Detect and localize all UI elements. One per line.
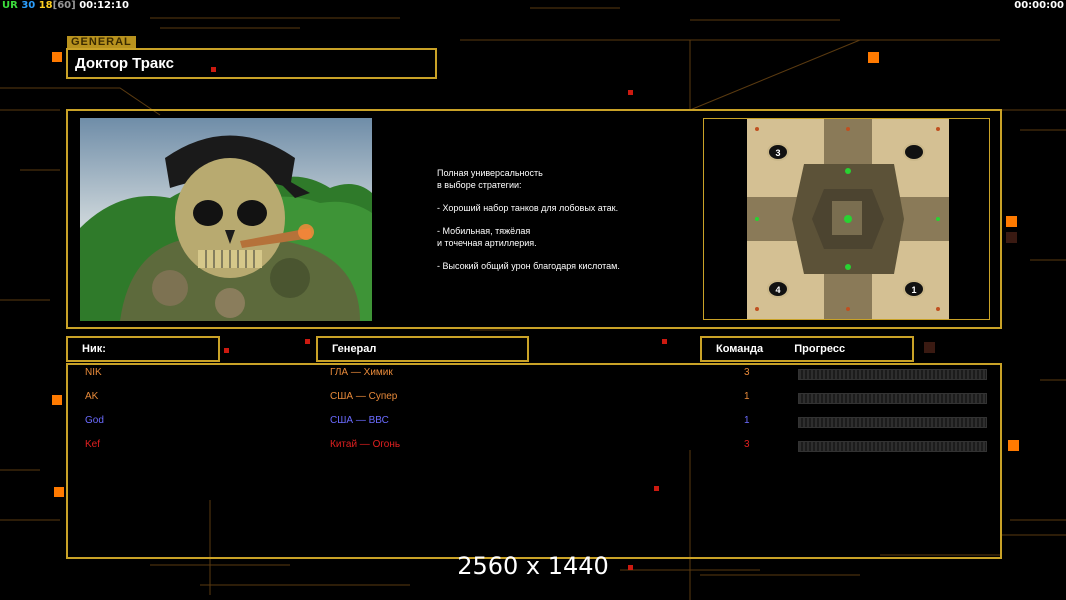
player-row: Kef Китай — Огонь 3	[0, 439, 1066, 459]
header-team: Команда	[716, 343, 764, 355]
description-line: - Мобильная, тяжёлая	[437, 225, 531, 236]
player-progress-bar	[798, 441, 987, 452]
general-name: Доктор Тракс	[66, 48, 437, 79]
player-row: NIK ГЛА — Химик 3	[0, 367, 1066, 387]
description-line: - Высокий общий урон благодаря кислотам.	[437, 260, 620, 271]
description-line	[437, 191, 677, 203]
player-team: 3	[744, 439, 750, 450]
map-start-slot	[903, 143, 925, 161]
player-row: AK США — Супер 1	[0, 391, 1066, 411]
map-start-number: 4	[775, 285, 780, 295]
player-general: США — ВВС	[330, 415, 389, 426]
player-nick: Kef	[85, 439, 101, 450]
player-team: 3	[744, 367, 750, 378]
header-progress: Прогресс	[794, 343, 846, 355]
hud-fps-value2: 18	[38, 0, 53, 11]
player-row: God США — ВВС 1	[0, 415, 1066, 435]
description-line: Полная универсальность	[437, 168, 543, 178]
general-portrait	[80, 118, 372, 321]
map-start-slot: 4	[767, 280, 789, 298]
resolution-label: 2560 x 1440	[457, 552, 609, 580]
player-general: США — Супер	[330, 391, 398, 402]
map-start-slot: 1	[903, 280, 925, 298]
hud-fps-limit: [60]	[52, 0, 76, 11]
player-nick: God	[85, 415, 104, 426]
player-general: ГЛА — Химик	[330, 367, 393, 378]
player-nick: NIK	[85, 367, 102, 378]
player-progress-bar	[798, 369, 987, 380]
description-line: в выборе стратегии:	[437, 179, 522, 190]
description-line: - Хороший набор танков для лобовых атак.	[437, 202, 619, 213]
map-preview: 3 4 1	[703, 118, 990, 320]
performance-hud: UR 30 18[60] 00:12:10	[2, 0, 129, 11]
player-team: 1	[744, 391, 750, 402]
description-line	[437, 214, 677, 226]
player-nick: AK	[85, 391, 99, 402]
player-progress-bar	[798, 417, 987, 428]
map-start-number: 3	[775, 148, 780, 158]
header-nick: Ник:	[66, 336, 220, 362]
map-start-slot: 3	[767, 143, 789, 161]
player-team: 1	[744, 415, 750, 426]
description-line: и точечная артиллерия.	[437, 237, 537, 248]
description-line	[437, 249, 677, 261]
map-start-number: 1	[911, 285, 916, 295]
hud-elapsed-time: 00:12:10	[79, 0, 129, 11]
hud-fps-value: 30	[21, 0, 36, 11]
general-description: Полная универсальность в выборе стратеги…	[437, 168, 677, 272]
header-team-progress: Команда Прогресс	[700, 336, 914, 362]
player-progress-bar	[798, 393, 987, 404]
player-general: Китай — Огонь	[330, 439, 401, 450]
header-general: Генерал	[316, 336, 529, 362]
hud-timer: 00:00:00	[1014, 0, 1064, 11]
general-tag: GENERAL	[67, 36, 136, 48]
hud-ur-label: UR	[2, 0, 18, 11]
